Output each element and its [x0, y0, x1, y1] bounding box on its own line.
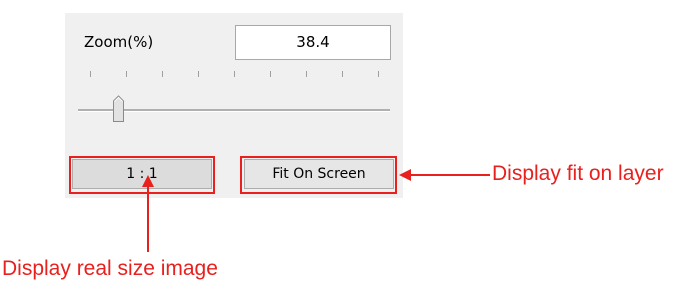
real-size-arrow: [142, 175, 154, 252]
real-size-annotation-text: Display real size image: [2, 257, 218, 280]
annotation-arrows: [142, 169, 490, 252]
fit-arrow: [399, 169, 490, 181]
fit-annotation-text: Display fit on layer: [492, 162, 664, 185]
stage: Zoom(%) 38.4 1 : 1 Fit On Screen Display…: [0, 0, 700, 296]
